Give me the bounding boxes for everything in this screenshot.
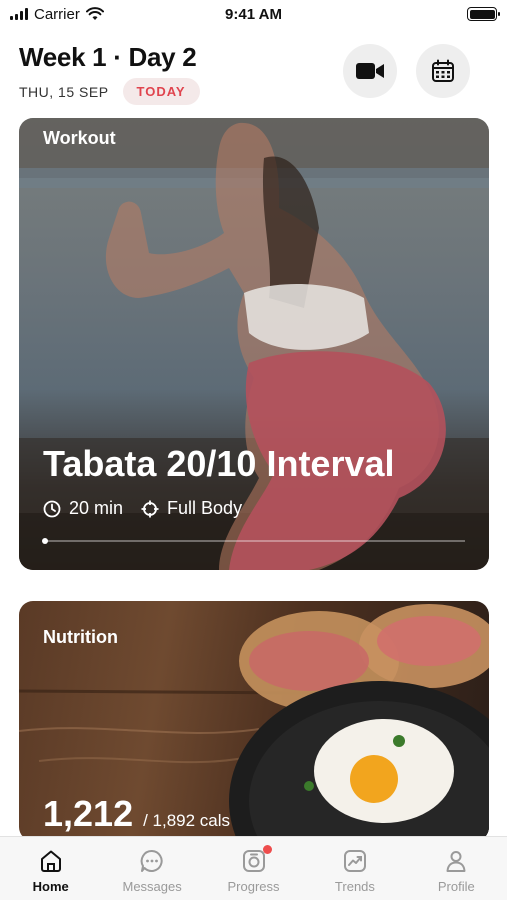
workout-title: Tabata 20/10 Interval <box>43 443 395 484</box>
chat-icon <box>138 847 166 875</box>
page-title: Week 1 · Day 2 <box>19 42 197 72</box>
battery-icon <box>467 7 500 21</box>
tab-messages[interactable]: Messages <box>101 837 202 900</box>
workout-label: Workout <box>43 128 116 148</box>
workout-progress <box>42 538 465 544</box>
trend-chart-icon <box>341 847 369 875</box>
status-bar: Carrier 9:41 AM <box>0 0 507 28</box>
video-camera-icon <box>356 63 384 79</box>
crosshair-icon <box>141 500 159 517</box>
tab-label-profile: Profile <box>437 879 475 894</box>
notification-dot <box>262 845 272 854</box>
video-button[interactable] <box>343 44 397 98</box>
duration-label: 20 min <box>69 498 124 518</box>
tab-progress[interactable]: Progress <box>203 837 304 900</box>
workout-card[interactable]: Workout Tabata 20/10 Interval 20 min Ful… <box>19 118 489 570</box>
clock-icon <box>43 500 61 517</box>
tab-trends[interactable]: Trends <box>304 837 405 900</box>
duration-meta: 20 min <box>43 498 123 519</box>
calories-row: 1,212 / 1,892 cals <box>43 793 230 835</box>
status-left: Carrier <box>10 6 104 23</box>
nutrition-label: Nutrition <box>43 627 118 647</box>
calories-value: 1,212 <box>43 793 134 834</box>
calories-total: / 1,892 cals <box>143 811 231 830</box>
home-icon <box>37 847 65 875</box>
tab-label-trends: Trends <box>334 879 375 894</box>
tab-label-messages: Messages <box>122 879 182 894</box>
date-label: THU, 15 SEP <box>19 83 109 100</box>
progress-dot <box>42 538 48 544</box>
tab-profile[interactable]: Profile <box>406 837 507 900</box>
workout-meta: 20 min Full Body <box>43 498 242 519</box>
carrier-label: Carrier <box>34 5 80 23</box>
wifi-icon <box>85 7 104 20</box>
calendar-icon <box>432 59 454 82</box>
header: Week 1 · Day 2 THU, 15 SEP TODAY <box>0 28 507 120</box>
focus-label: Full Body <box>167 498 243 518</box>
calendar-button[interactable] <box>416 44 470 98</box>
signal-icon <box>10 8 28 20</box>
tab-home[interactable]: Home <box>0 837 101 900</box>
date-row: THU, 15 SEP TODAY <box>19 78 200 105</box>
today-button[interactable]: TODAY <box>122 78 200 105</box>
tab-bar: Home Messages Progress Trends Profile <box>0 836 507 900</box>
camera-progress-icon <box>240 845 272 875</box>
person-icon <box>442 847 470 875</box>
focus-meta: Full Body <box>141 498 242 519</box>
tab-label-progress: Progress <box>227 879 280 894</box>
tab-label-home: Home <box>32 879 69 894</box>
nutrition-card[interactable]: Nutrition 1,212 / 1,892 cals <box>19 601 489 841</box>
